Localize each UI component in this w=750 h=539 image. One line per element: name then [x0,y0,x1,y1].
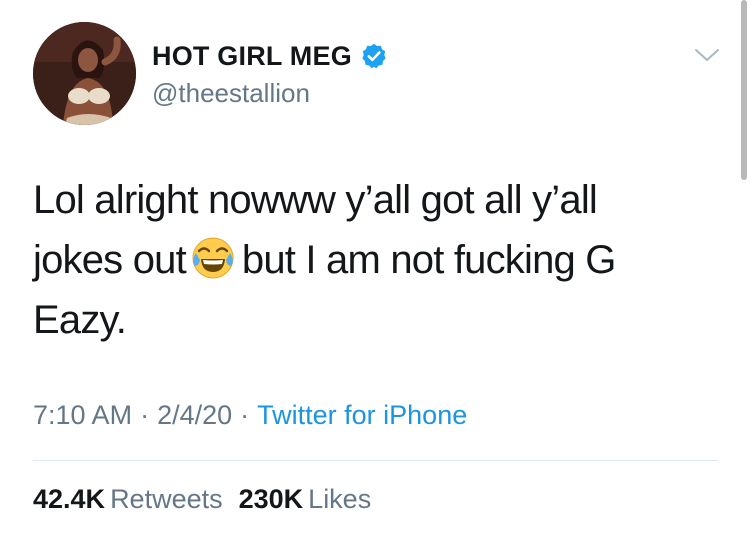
tweet-text: Lol alright nowww y’all got all y’all jo… [33,170,673,350]
tweet-date[interactable]: 2/4/20 [157,400,232,430]
likes-stat[interactable]: 230K Likes [239,484,372,514]
tweet-line-3: Eazy. [33,298,127,342]
tweet-line-2-end: but I am not fucking G [241,238,617,282]
retweets-label: Retweets [110,484,223,514]
user-handle[interactable]: @theestallion [152,78,310,109]
name-row: HOT GIRL MEG [152,38,388,74]
tweet-source-link[interactable]: Twitter for iPhone [257,400,467,430]
avatar-photo [33,22,136,125]
retweets-stat[interactable]: 42.4K Retweets [33,484,223,514]
tweet-line-2: jokes out but I am not fucking G [33,230,673,290]
retweets-count: 42.4K [33,484,106,514]
tweet-meta: 7:10 AM · 2/4/20 · Twitter for iPhone [33,400,467,431]
chevron-down-icon[interactable] [692,44,722,66]
face-with-tears-of-joy-icon [190,235,236,281]
meta-separator: · [240,400,250,430]
scrollbar[interactable] [741,0,747,180]
tweet-line-1: Lol alright nowww y’all got all y’all [33,178,598,222]
likes-count: 230K [238,484,304,514]
tweet-line-2-start: jokes out [33,238,187,282]
meta-separator: · [140,400,150,430]
avatar[interactable] [33,22,136,125]
tweet-stats: 42.4K Retweets 230K Likes [33,484,371,515]
verified-badge-icon [360,42,388,70]
divider [33,460,718,461]
tweet-time[interactable]: 7:10 AM [33,400,132,430]
tweet-card: HOT GIRL MEG @theestallion Lol alright n… [0,0,750,539]
likes-label: Likes [308,484,372,514]
display-name[interactable]: HOT GIRL MEG [152,41,352,72]
